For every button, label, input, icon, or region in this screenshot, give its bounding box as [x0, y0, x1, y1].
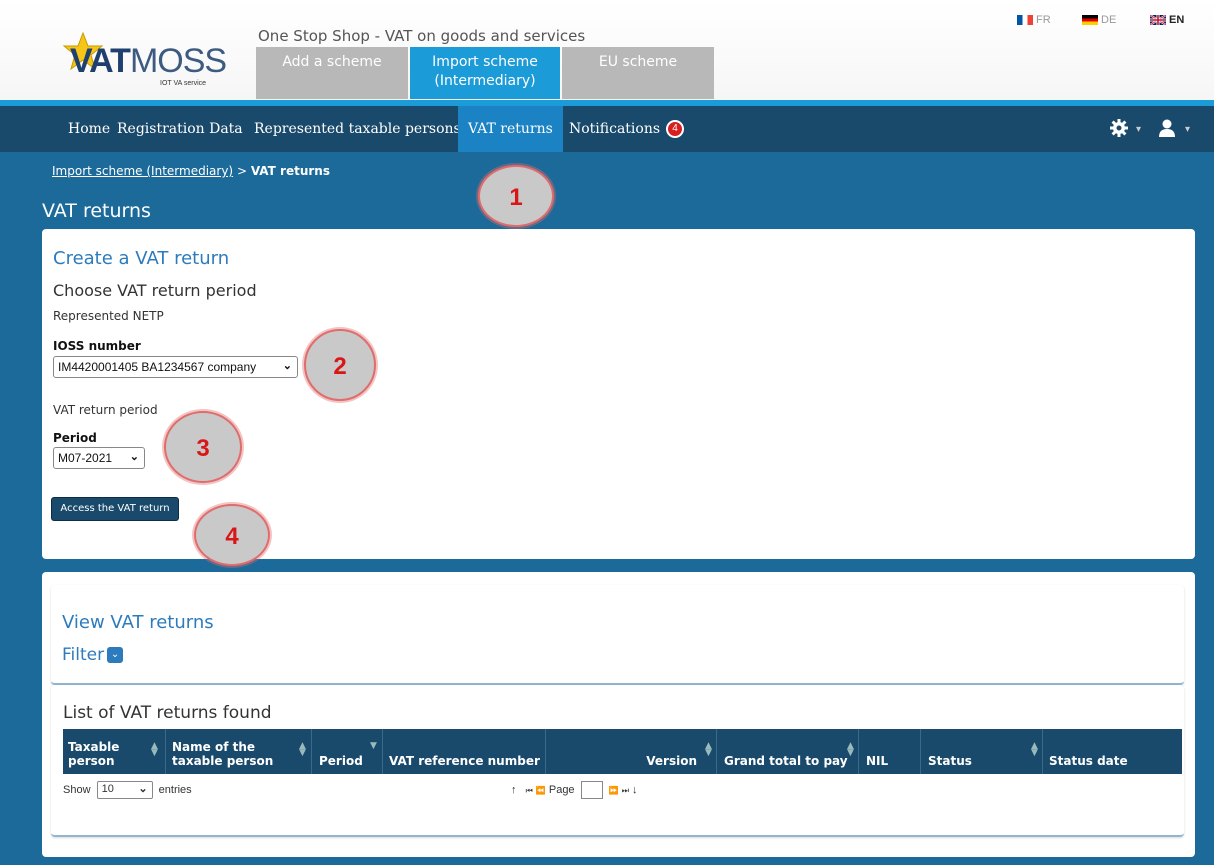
entries-select[interactable]: 10 ⌄ — [96, 781, 153, 799]
tab-add-scheme[interactable]: Add a scheme — [256, 47, 408, 99]
nav-notifications[interactable]: Notifications 4 — [559, 106, 694, 152]
column-period[interactable]: Period ▼ — [312, 729, 383, 774]
chevron-down-icon: ⌄ — [107, 647, 124, 663]
sort-desc-icon: ▼ — [370, 741, 377, 751]
column-name-taxable-person[interactable]: Name of the taxable person ▲ ▼ — [166, 729, 312, 774]
filter-toggle[interactable]: Filter ⌄ — [62, 645, 124, 665]
sort-icon: ▲ ▼ — [705, 741, 712, 758]
lang-en[interactable]: EN — [1150, 14, 1184, 26]
next-page-icon[interactable]: ⏩ — [609, 786, 619, 795]
breadcrumb-current: VAT returns — [250, 164, 330, 178]
page-number-input[interactable] — [580, 781, 603, 799]
last-page-icon[interactable]: ⏭ — [622, 786, 629, 795]
user-caret-icon[interactable]: ▾ — [1185, 124, 1190, 135]
vat-return-period-heading: VAT return period — [53, 403, 158, 417]
site-title: One Stop Shop - VAT on goods and service… — [258, 27, 586, 45]
access-vat-return-button[interactable]: Access the VAT return — [51, 497, 179, 521]
column-status-date[interactable]: Status date — [1043, 729, 1182, 774]
column-nil[interactable]: NIL — [859, 729, 921, 774]
germany-flag-icon — [1082, 15, 1098, 25]
column-grand-total[interactable]: Grand total to pay ▲ ▼ — [717, 729, 859, 774]
create-vat-return-panel: Create a VAT return Choose VAT return pe… — [42, 229, 1195, 566]
first-page-icon[interactable]: ⏮ — [526, 786, 533, 795]
column-vat-reference-number[interactable]: VAT reference number — [383, 729, 546, 774]
settings-caret-icon[interactable]: ▾ — [1136, 124, 1141, 135]
view-vat-returns-panel: View VAT returns Filter ⌄ List of VAT ret… — [42, 572, 1195, 857]
table-header: Taxable person ▲ ▼ Name of the taxable pe… — [63, 729, 1182, 774]
chevron-down-icon: ⌄ — [282, 360, 292, 372]
list-title: List of VAT returns found — [63, 703, 272, 723]
view-vat-returns-title: View VAT returns — [62, 612, 214, 633]
choose-period-title: Choose VAT return period — [53, 281, 257, 300]
settings-gear-icon[interactable] — [1109, 118, 1129, 144]
main-nav: Home Registration Data Represented taxab… — [0, 106, 1214, 152]
callout-3: 3 — [164, 411, 242, 483]
uk-flag-icon — [1150, 15, 1166, 25]
header: VATMOSS IOT VA service One Stop Shop - V… — [0, 0, 1214, 100]
sort-icon: ▲ ▼ — [847, 741, 854, 758]
nav-vat-returns[interactable]: VAT returns — [458, 106, 563, 152]
notification-badge: 4 — [666, 120, 685, 138]
sort-icon: ▲ ▼ — [151, 741, 158, 758]
column-version[interactable]: Version ▲ ▼ — [546, 729, 717, 774]
callout-1: 1 — [478, 165, 554, 227]
vat-returns-list: List of VAT returns found Taxable person… — [51, 685, 1184, 837]
sort-up-arrow-icon[interactable]: ↑ — [511, 784, 517, 796]
main-content: Import scheme (Intermediary) > VAT retur… — [0, 152, 1214, 865]
ioss-number-select[interactable]: IM4420001405 BA1234567 company ⌄ — [53, 356, 298, 378]
nav-registration-data[interactable]: Registration Data — [107, 106, 253, 152]
tab-import-scheme[interactable]: Import scheme (Intermediary) — [410, 47, 560, 99]
callout-4: 4 — [194, 504, 270, 566]
lang-de[interactable]: DE — [1082, 14, 1116, 26]
create-title: Create a VAT return — [53, 248, 230, 269]
period-select[interactable]: M07-2021 ⌄ — [53, 447, 145, 469]
page-title: VAT returns — [42, 200, 151, 222]
chevron-down-icon: ⌄ — [129, 451, 139, 463]
represented-netp-label: Represented NETP — [53, 309, 164, 323]
sort-icon: ▲ ▼ — [1031, 741, 1038, 758]
previous-page-icon[interactable]: ⏪ — [536, 786, 546, 795]
sort-icon: ▲ ▼ — [299, 741, 306, 758]
period-label: Period — [53, 431, 97, 445]
france-flag-icon — [1017, 15, 1033, 25]
breadcrumb: Import scheme (Intermediary) > VAT retur… — [52, 164, 330, 178]
view-filter-box: View VAT returns Filter ⌄ — [51, 585, 1184, 685]
chevron-down-icon: ⌄ — [138, 783, 148, 795]
entries-length-control: Show 10 ⌄ entries — [63, 781, 192, 799]
column-taxable-person[interactable]: Taxable person ▲ ▼ — [63, 729, 166, 774]
lang-fr[interactable]: FR — [1017, 14, 1051, 26]
logo-text: VATMOSS — [70, 42, 227, 80]
callout-2: 2 — [304, 329, 376, 401]
pagination: ↑ ⏮ ⏪ Page ⏩ ⏭ ↓ — [511, 781, 637, 799]
user-icon[interactable] — [1157, 118, 1177, 144]
logo-subtitle: IOT VA service — [160, 80, 207, 87]
vatmoss-logo[interactable]: VATMOSS IOT VA service — [30, 12, 230, 87]
nav-represented-taxable-persons[interactable]: Represented taxable persons — [244, 106, 471, 152]
breadcrumb-link-import-scheme[interactable]: Import scheme (Intermediary) — [52, 164, 233, 178]
tab-eu-scheme[interactable]: EU scheme — [562, 47, 714, 99]
sort-down-arrow-icon[interactable]: ↓ — [632, 784, 638, 796]
column-status[interactable]: Status ▲ ▼ — [921, 729, 1043, 774]
ioss-number-label: IOSS number — [53, 339, 141, 353]
